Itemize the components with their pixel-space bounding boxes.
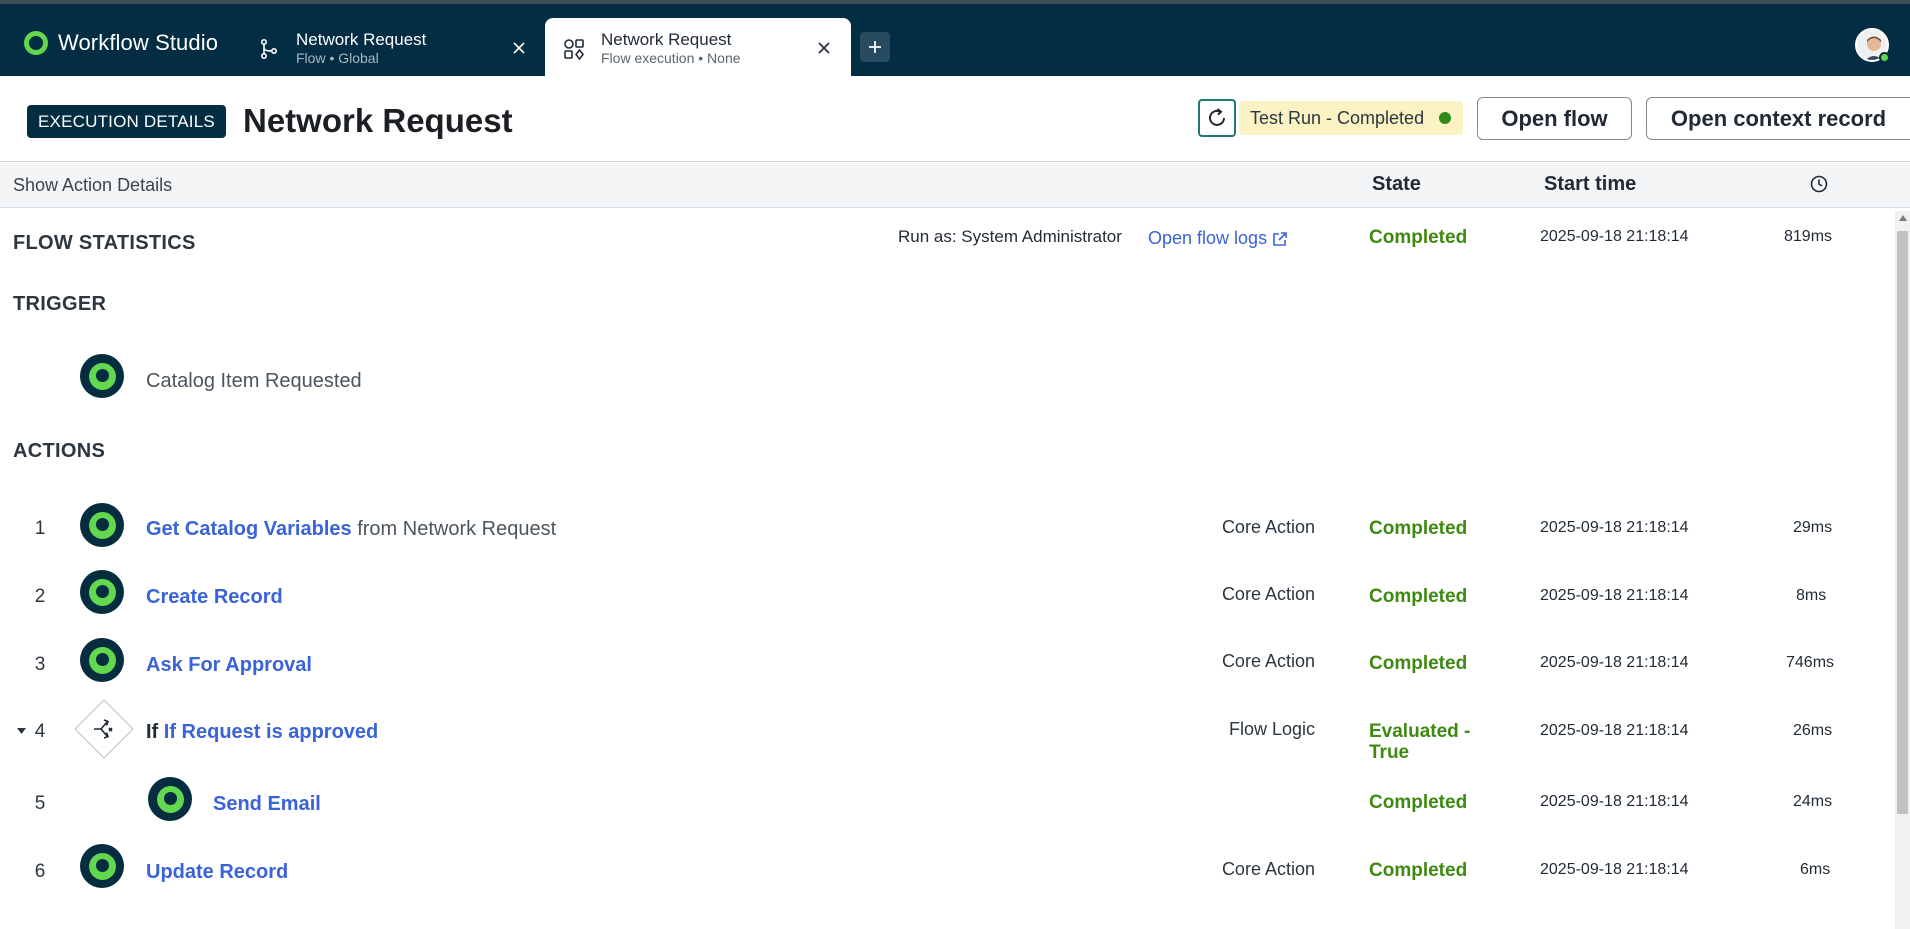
action-start-time: 2025-09-18 21:18:14 bbox=[1540, 793, 1689, 810]
tab-title: Network Request bbox=[296, 30, 427, 49]
online-status-icon bbox=[1879, 52, 1890, 63]
execution-header: EXECUTION DETAILS Network Request Test R… bbox=[0, 76, 1910, 162]
run-status-badge: Test Run - Completed bbox=[1239, 101, 1463, 135]
flow-start-time: 2025-09-18 21:18:14 bbox=[1540, 228, 1689, 245]
action-number: 4 bbox=[34, 721, 46, 742]
action-node-icon bbox=[80, 638, 124, 682]
action-state: Completed bbox=[1369, 586, 1468, 607]
action-name-suffix: from Network Request bbox=[357, 518, 557, 540]
action-number: 3 bbox=[34, 654, 46, 675]
flow-duration: 819ms bbox=[1784, 228, 1833, 245]
open-flow-button[interactable]: Open flow bbox=[1477, 97, 1632, 140]
action-start-time: 2025-09-18 21:18:14 bbox=[1540, 519, 1689, 536]
plus-icon bbox=[869, 41, 881, 53]
refresh-button[interactable] bbox=[1198, 99, 1236, 137]
show-action-details-toggle[interactable]: Show Action Details bbox=[13, 175, 172, 196]
add-tab-button[interactable] bbox=[860, 32, 890, 62]
external-link-icon bbox=[1273, 231, 1287, 246]
tab-flow-execution[interactable]: Network Request Flow execution • None bbox=[545, 18, 851, 80]
action-state: Completed bbox=[1369, 653, 1468, 674]
condition-name-link[interactable]: If Request is approved bbox=[164, 721, 379, 743]
action-name[interactable]: If If Request is approved bbox=[146, 721, 378, 744]
action-name[interactable]: Ask For Approval bbox=[146, 654, 312, 677]
close-icon[interactable] bbox=[506, 35, 532, 61]
clock-icon bbox=[1810, 175, 1828, 193]
action-name[interactable]: Get Catalog Variables from Network Reque… bbox=[146, 518, 556, 541]
action-duration: 24ms bbox=[1793, 793, 1833, 810]
brand-logo-icon bbox=[24, 31, 48, 55]
action-duration: 6ms bbox=[1800, 861, 1831, 878]
trigger-node-icon bbox=[80, 354, 124, 398]
branch-icon bbox=[89, 714, 119, 744]
condition-prefix: If bbox=[146, 721, 159, 743]
action-node-icon bbox=[80, 844, 124, 888]
action-type: Core Action bbox=[1221, 651, 1315, 671]
action-start-time: 2025-09-18 21:18:14 bbox=[1540, 654, 1689, 671]
run-status-text: Test Run - Completed bbox=[1250, 107, 1425, 128]
action-duration: 29ms bbox=[1793, 519, 1833, 536]
action-duration: 8ms bbox=[1796, 587, 1827, 604]
action-state: Completed bbox=[1369, 518, 1468, 539]
scroll-up-icon[interactable] bbox=[1899, 215, 1907, 221]
action-node-icon bbox=[80, 503, 124, 547]
open-flow-logs-label: Open flow logs bbox=[1148, 228, 1268, 248]
action-number: 5 bbox=[34, 793, 46, 814]
action-name[interactable]: Create Record bbox=[146, 586, 283, 609]
action-duration: 26ms bbox=[1793, 722, 1833, 739]
app-brand[interactable]: Workflow Studio bbox=[24, 28, 218, 58]
action-node-icon bbox=[148, 777, 192, 821]
action-type: Core Action bbox=[1221, 859, 1315, 879]
action-name[interactable]: Send Email bbox=[213, 793, 321, 816]
action-name-link[interactable]: Get Catalog Variables bbox=[146, 518, 352, 540]
trigger-heading: TRIGGER bbox=[13, 293, 107, 315]
action-start-time: 2025-09-18 21:18:14 bbox=[1540, 587, 1689, 604]
execution-icon bbox=[561, 36, 587, 62]
tab-title: Network Request bbox=[601, 30, 732, 49]
action-node-icon bbox=[80, 570, 124, 614]
action-state: Evaluated - True bbox=[1369, 721, 1471, 763]
refresh-icon bbox=[1209, 108, 1225, 126]
action-name[interactable]: Update Record bbox=[146, 861, 288, 884]
action-number: 2 bbox=[34, 586, 46, 607]
column-header-state: State bbox=[1372, 173, 1421, 195]
open-context-record-button[interactable]: Open context record bbox=[1646, 97, 1910, 140]
flow-state: Completed bbox=[1369, 227, 1468, 248]
tab-subtitle: Flow execution • None bbox=[601, 50, 741, 66]
column-header-row: Show Action Details State Start time bbox=[0, 163, 1910, 208]
column-header-start-time: Start time bbox=[1544, 173, 1637, 195]
tab-flow[interactable]: Network Request Flow • Global bbox=[240, 18, 546, 80]
action-state: Completed bbox=[1369, 792, 1468, 813]
tab-subtitle: Flow • Global bbox=[296, 50, 379, 66]
close-icon[interactable] bbox=[811, 35, 837, 61]
action-type: Flow Logic bbox=[1228, 719, 1315, 739]
action-duration: 746ms bbox=[1786, 654, 1835, 671]
execution-content: FLOW STATISTICS Run as: System Administr… bbox=[0, 208, 1895, 929]
execution-details-badge: EXECUTION DETAILS bbox=[27, 105, 226, 138]
flow-statistics-heading: FLOW STATISTICS bbox=[13, 232, 196, 254]
action-number: 1 bbox=[34, 518, 46, 539]
action-type: Core Action bbox=[1221, 584, 1315, 604]
action-start-time: 2025-09-18 21:18:14 bbox=[1540, 861, 1689, 878]
flow-icon bbox=[256, 36, 282, 62]
scrollbar-thumb[interactable] bbox=[1897, 231, 1908, 814]
page-title: Network Request bbox=[243, 102, 513, 139]
action-number: 6 bbox=[34, 861, 46, 882]
app-title: Workflow Studio bbox=[58, 30, 219, 55]
action-state: Completed bbox=[1369, 860, 1468, 881]
trigger-name[interactable]: Catalog Item Requested bbox=[146, 370, 362, 393]
actions-heading: ACTIONS bbox=[13, 440, 106, 462]
status-dot-icon bbox=[1439, 112, 1451, 124]
action-start-time: 2025-09-18 21:18:14 bbox=[1540, 722, 1689, 739]
open-flow-logs-link[interactable]: Open flow logs bbox=[1148, 228, 1289, 249]
run-as-text: Run as: System Administrator bbox=[898, 227, 1122, 246]
top-navigation-bar: Workflow Studio Network Request Flow • G… bbox=[0, 0, 1910, 80]
action-type: Core Action bbox=[1221, 517, 1315, 537]
